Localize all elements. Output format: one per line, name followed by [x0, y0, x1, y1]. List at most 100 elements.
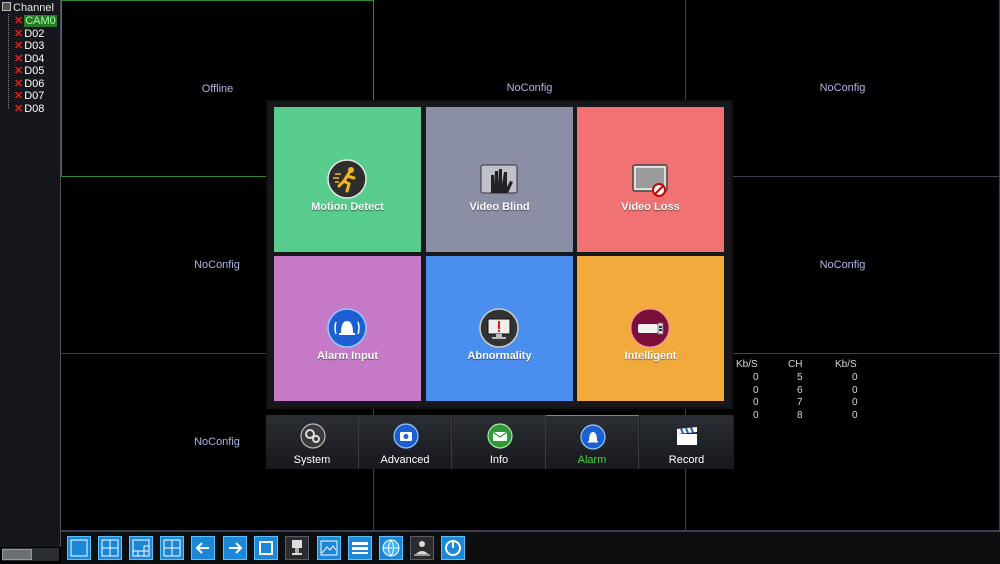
ptz-button[interactable] — [285, 536, 309, 560]
channel-item-d08[interactable]: ✕D08 — [14, 103, 44, 115]
bottom-toolbar — [61, 531, 1000, 564]
video-cell-6[interactable]: NoConfig — [686, 177, 1000, 354]
abnormality-icon — [479, 308, 519, 348]
red-x-icon: ✕ — [14, 53, 24, 65]
clapper-icon — [677, 427, 697, 445]
bitrate-cell: 7 — [797, 397, 803, 408]
split-1-button[interactable] — [67, 536, 91, 560]
prev-button[interactable] — [191, 536, 215, 560]
scrollbar-thumb[interactable] — [2, 549, 32, 560]
channel-item-d04[interactable]: ✕D04 — [14, 53, 44, 65]
video-blind-icon — [480, 164, 518, 194]
video-blind-label: Video Blind — [469, 201, 530, 213]
bitrate-cell: 5 — [797, 372, 803, 383]
motion-detect-tile[interactable]: Motion Detect — [274, 107, 421, 252]
intelligent-label: Intelligent — [624, 350, 677, 362]
abnormality-label: Abnormality — [467, 350, 532, 362]
network-icon — [382, 539, 400, 557]
bitrate-header-kbs: Kb/S — [736, 359, 758, 370]
channel-tree-title: Channel — [13, 2, 54, 14]
channel-item-cam0[interactable]: ✕ CAM0 — [14, 15, 57, 27]
intelligent-tile[interactable]: Intelligent — [577, 256, 724, 401]
channel-item-d03[interactable]: ✕D03 — [14, 40, 44, 52]
red-x-icon: ✕ — [14, 65, 24, 77]
alarm-input-icon — [327, 308, 367, 348]
channel-item-d07[interactable]: ✕D07 — [14, 90, 44, 102]
cell-status-text: NoConfig — [819, 82, 866, 94]
channel-item-d02[interactable]: ✕D02 — [14, 28, 44, 40]
cell-status-text: Offline — [201, 83, 234, 95]
tab-alarm[interactable]: Alarm — [546, 415, 639, 469]
tab-record[interactable]: Record — [640, 415, 733, 469]
user-icon — [414, 541, 430, 556]
alarm-input-label: Alarm Input — [316, 350, 379, 362]
bitrate-cell: 0 — [753, 410, 759, 421]
ptz-icon — [292, 540, 302, 555]
video-loss-tile[interactable]: Video Loss — [577, 107, 724, 252]
split-1-icon — [70, 539, 88, 557]
alarm-menu: Motion Detect Video Blind Video Loss Ala… — [268, 102, 731, 407]
bitrate-cell: 0 — [852, 410, 858, 421]
split-8-button[interactable] — [129, 536, 153, 560]
next-arrow-icon — [229, 542, 243, 554]
red-x-icon: ✕ — [14, 78, 24, 90]
bitrate-cell: 0 — [753, 372, 759, 383]
split-4-icon — [101, 539, 119, 557]
logout-button[interactable] — [441, 536, 465, 560]
bitrate-cell: 0 — [852, 397, 858, 408]
bitrate-cell: 0 — [852, 372, 858, 383]
intelligent-icon — [630, 308, 670, 348]
abnormality-tile[interactable]: Abnormality — [426, 256, 573, 401]
split-8-icon — [132, 539, 150, 557]
alarm-bell-icon — [580, 424, 606, 450]
bitrate-cell: 6 — [797, 385, 803, 396]
cell-status-text: NoConfig — [819, 259, 866, 271]
video-loss-label: Video Loss — [621, 201, 680, 213]
split-4-button[interactable] — [98, 536, 122, 560]
red-x-icon: ✕ — [14, 40, 24, 52]
tab-info[interactable]: Info — [453, 415, 546, 469]
cell-status-text: NoConfig — [506, 82, 553, 94]
video-cell-3[interactable]: NoConfig — [686, 0, 1000, 177]
motion-detect-icon — [327, 159, 367, 199]
advanced-icon — [393, 423, 419, 449]
playback-icon — [352, 542, 368, 554]
tree-connector — [8, 14, 10, 109]
user-button[interactable] — [410, 536, 434, 560]
alarm-input-tile[interactable]: Alarm Input — [274, 256, 421, 401]
channel-item-d06[interactable]: ✕D06 — [14, 78, 44, 90]
network-button[interactable] — [379, 536, 403, 560]
channel-item-d05[interactable]: ✕D05 — [14, 65, 44, 77]
video-blind-tile[interactable]: Video Blind — [426, 107, 573, 252]
split-9-icon — [163, 539, 181, 557]
bitrate-cell: 0 — [753, 385, 759, 396]
color-setting-button[interactable] — [317, 536, 341, 560]
main-menu-tabs: System Advanced Info Alarm Record — [266, 415, 734, 469]
motion-detect-label: Motion Detect — [311, 201, 384, 213]
bitrate-header-ch: CH — [788, 359, 803, 370]
split-9-button[interactable] — [160, 536, 184, 560]
info-icon — [487, 423, 513, 449]
sidebar-scrollbar[interactable] — [2, 548, 59, 561]
bitrate-header-kbs: Kb/S — [835, 359, 857, 370]
gears-icon — [300, 423, 326, 449]
playback-button[interactable] — [348, 536, 372, 560]
prev-arrow-icon — [195, 542, 209, 554]
red-x-icon: ✕ — [14, 15, 24, 27]
red-x-icon: ✕ — [14, 90, 24, 102]
tab-system[interactable]: System — [266, 415, 359, 469]
tab-alarm-label: Alarm — [577, 454, 607, 466]
collapse-box-icon[interactable] — [2, 2, 11, 11]
tour-button[interactable] — [254, 536, 278, 560]
logout-icon — [445, 540, 461, 556]
tab-info-label: Info — [489, 454, 509, 466]
tab-system-label: System — [293, 454, 331, 466]
next-button[interactable] — [223, 536, 247, 560]
tour-icon — [259, 541, 273, 555]
bitrate-cell: 0 — [852, 385, 858, 396]
video-loss-icon — [632, 164, 668, 197]
tab-advanced-label: Advanced — [380, 454, 430, 466]
bitrate-cell: 8 — [797, 410, 803, 421]
tab-advanced[interactable]: Advanced — [359, 415, 452, 469]
color-icon — [320, 540, 338, 556]
